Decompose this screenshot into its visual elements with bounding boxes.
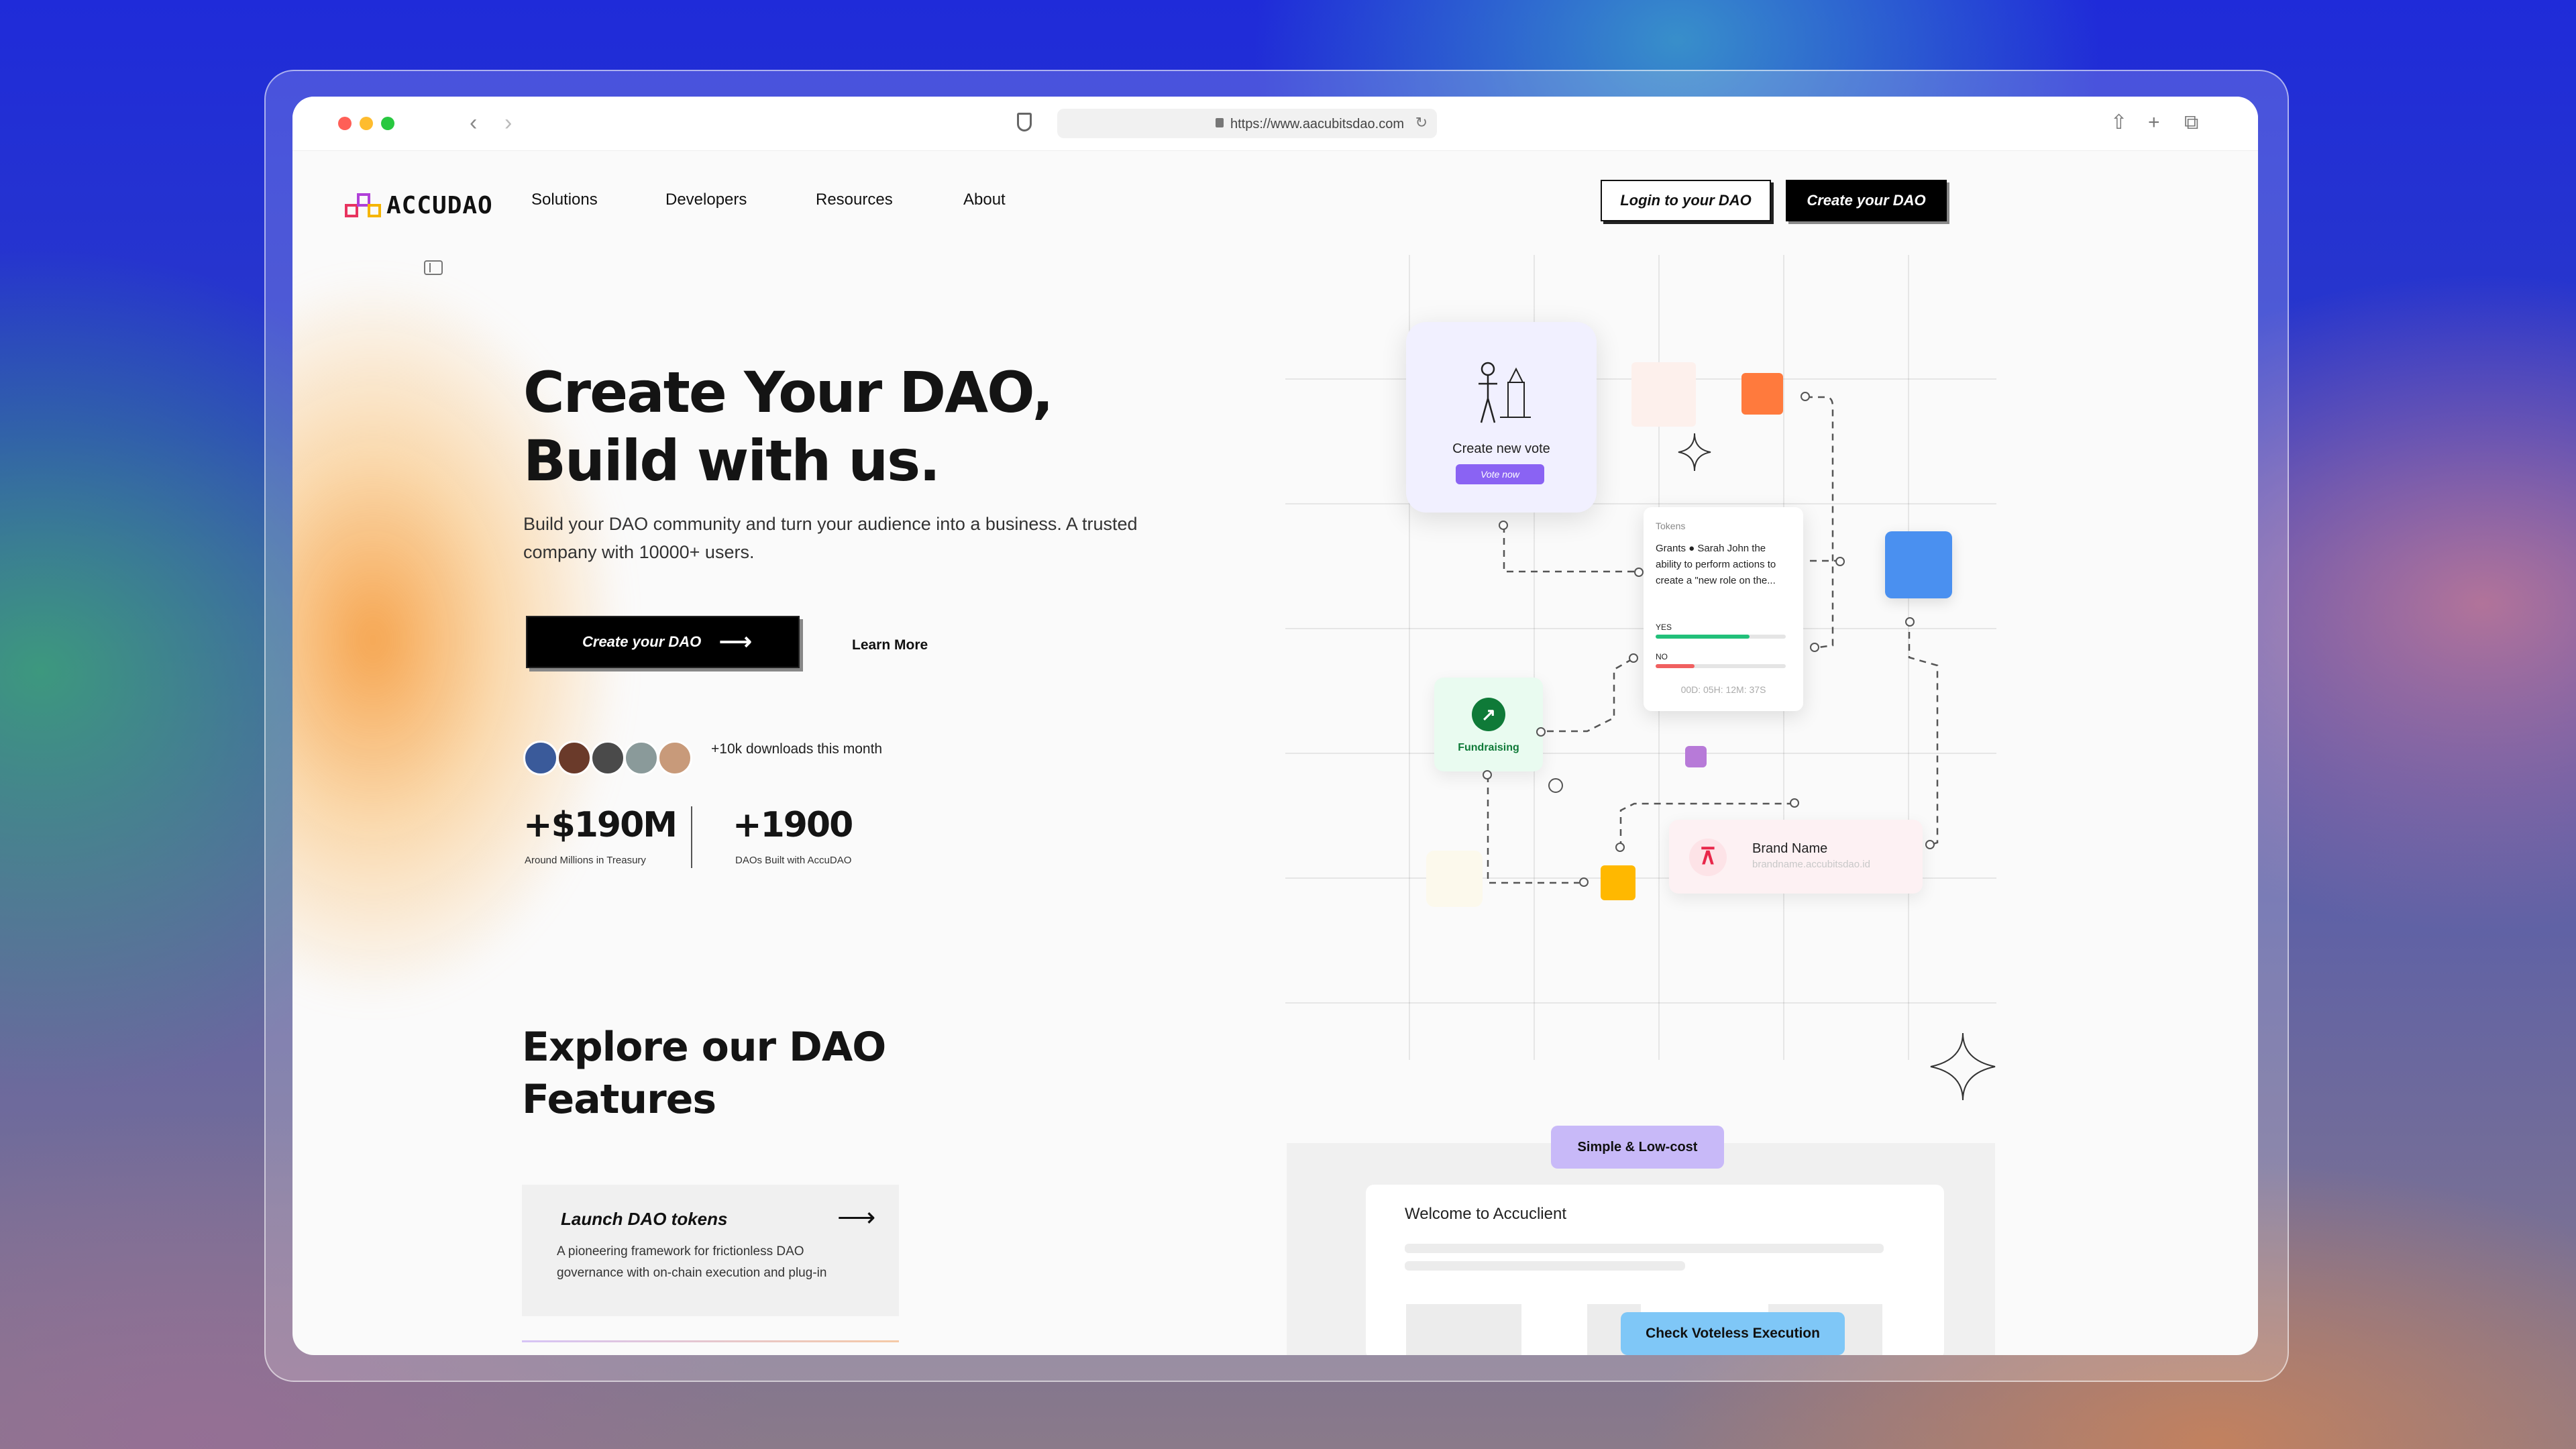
yellow-square — [1601, 865, 1635, 900]
no-label: NO — [1656, 652, 1668, 661]
blue-square — [1885, 531, 1952, 598]
feature-card-description: A pioneering framework for frictionless … — [557, 1244, 827, 1280]
feature-card-title: Launch DAO tokens — [561, 1209, 728, 1229]
vote-timer: 00D: 05H: 12M: 37S — [1680, 684, 1766, 695]
check-voteless-execution-button[interactable]: Check Voteless Execution — [1621, 1312, 1845, 1355]
connector-node — [1801, 392, 1810, 401]
create-vote-card[interactable]: Create new vote Vote now — [1406, 322, 1597, 513]
yes-bar — [1656, 635, 1786, 639]
connector-node — [1483, 770, 1492, 780]
feature-divider — [522, 1340, 899, 1342]
features-title: Explore our DAO Features — [522, 1024, 886, 1123]
placeholder-square — [1426, 851, 1483, 907]
brand-card[interactable]: ⊼ Brand Name brandname.accubitsdao.id — [1669, 820, 1923, 894]
tokens-label: Tokens — [1656, 521, 1686, 531]
connector-node — [1536, 727, 1546, 737]
connector-node — [1548, 778, 1563, 793]
purple-square — [1685, 746, 1707, 767]
connector-node — [1790, 798, 1799, 808]
placeholder-block — [1406, 1304, 1521, 1355]
brand-card-name: Brand Name — [1752, 841, 1828, 856]
yes-label: YES — [1656, 623, 1672, 632]
tokens-description: Grants ● Sarah John the ability to perfo… — [1656, 543, 1776, 586]
arrow-right-icon: ⟶ — [837, 1203, 876, 1232]
connector-node — [1810, 643, 1819, 652]
connector-node — [1905, 617, 1915, 627]
connector-node — [1925, 840, 1935, 849]
no-bar — [1656, 664, 1786, 668]
brand-card-url: brandname.accubitsdao.id — [1752, 859, 1870, 870]
connector-node — [1499, 521, 1508, 530]
simple-low-cost-badge: Simple & Low-cost — [1551, 1126, 1724, 1169]
welcome-text: Welcome to Accuclient — [1405, 1205, 1566, 1223]
tokens-card[interactable]: Tokens Grants ● Sarah John the ability t… — [1644, 507, 1803, 711]
fundraising-card[interactable]: ↗ Fundraising — [1434, 678, 1543, 771]
feature-card-launch-tokens[interactable]: Launch DAO tokens ⟶ A pioneering framewo… — [522, 1185, 899, 1316]
no-bar-fill — [1656, 664, 1695, 668]
connector-node — [1629, 653, 1638, 663]
vote-card-title: Create new vote — [1452, 441, 1550, 456]
yes-bar-fill — [1656, 635, 1750, 639]
trending-up-icon: ↗ — [1472, 698, 1505, 731]
placeholder-bar — [1405, 1244, 1884, 1253]
connector-node — [1579, 877, 1589, 887]
orange-square — [1741, 373, 1783, 415]
people-illustration-icon — [1479, 362, 1531, 423]
connector-node — [1615, 843, 1625, 852]
placeholder-bar — [1405, 1261, 1685, 1271]
fundraising-label: Fundraising — [1458, 742, 1519, 753]
connector-node — [1634, 568, 1644, 577]
brand-logo-icon: ⊼ — [1689, 839, 1727, 876]
connector-node — [1835, 557, 1845, 566]
placeholder-square — [1631, 362, 1696, 427]
browser-window: ‹ › https://www.aacubitsdao.com ↻ ⇧ + ⧉ … — [292, 97, 2258, 1355]
vote-now-button[interactable]: Vote now — [1456, 464, 1544, 484]
